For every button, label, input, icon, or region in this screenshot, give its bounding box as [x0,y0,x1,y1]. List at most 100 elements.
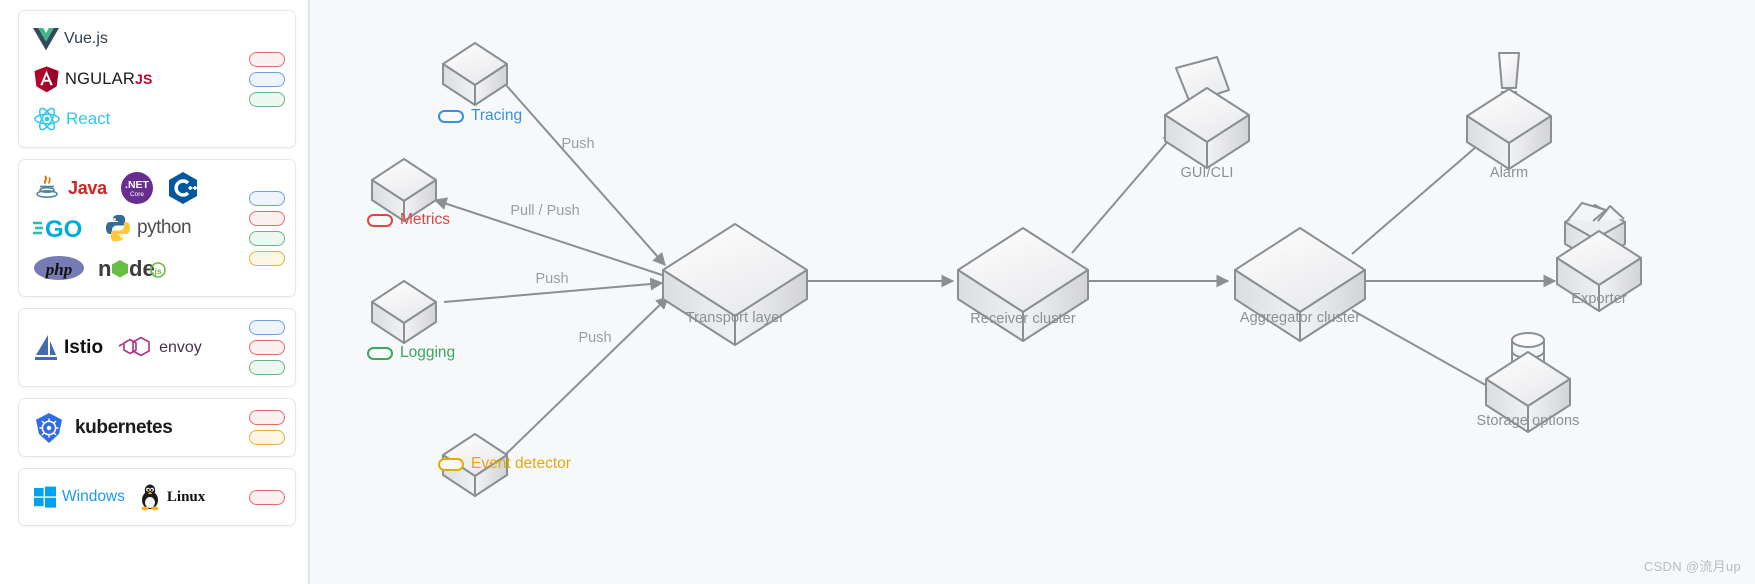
diagram-svg [371,42,1642,497]
windows-logo: Windows [33,485,125,509]
list-item: React [33,102,243,136]
status-pill-stack [249,489,285,505]
cplusplus-icon [168,172,197,204]
status-badge [249,430,285,445]
java-label: Java [68,177,107,198]
edge-aggregator-to-alarm [1351,133,1492,255]
observability-architecture-screenshot: Vue.js NGULARJS React Java .NET Core GO … [0,0,1755,584]
python-logo: python [104,214,192,242]
status-badge [249,340,285,355]
angularjs-icon [34,66,59,92]
status-pill-stack [249,320,285,375]
list-item: php n de js [33,251,243,285]
kubernetes-icon [36,412,62,443]
node-transport-layer[interactable] [662,223,808,346]
istio-icon [35,334,57,360]
python-label: python [137,217,192,238]
node-gui-cli[interactable] [1164,56,1250,169]
node-label-event-detector: Event detector [438,455,571,473]
angularjs-label: NGULARJS [65,69,153,88]
svg-text:GO: GO [45,216,82,242]
edge-label-push-eventdetector: Push [578,330,612,346]
list-item: Istio envoy [33,331,243,365]
linux-tux-icon [141,484,159,511]
sidebar-group-operating-systems[interactable]: Windows Linux [18,468,296,526]
istio-label: Istio [64,336,104,358]
react-label: React [66,109,111,128]
kubernetes-label: kubernetes [75,416,173,438]
svg-text:Core: Core [130,191,144,198]
vuejs-icon [33,28,59,51]
istio-logo: Istio [33,333,103,363]
status-badge [249,91,285,107]
edge-label-push-tracing: Push [561,136,595,152]
pill-icon [438,457,464,471]
node-logging[interactable] [371,280,437,344]
node-label-storage-options: Storage options [1476,413,1580,429]
edge-label-push-logging: Push [535,271,569,287]
node-label-alarm: Alarm [1489,165,1529,181]
envoy-icon [118,336,150,356]
status-badge [249,410,285,425]
edge-aggregator-to-storage [1351,309,1500,393]
list-item: GO python [33,211,243,245]
list-item: Java .NET Core [33,171,243,205]
nodejs-icon: n de js [98,256,166,281]
edge-label-pull-push-metrics: Pull / Push [510,203,580,219]
architecture-diagram-canvas: Tracing Metrics Logging Event detector P… [310,0,1755,584]
svg-text:n: n [98,256,111,281]
status-badge [249,71,285,87]
svg-text:.NET: .NET [125,179,150,191]
java-logo: Java [33,173,107,203]
envoy-logo: envoy [116,334,202,362]
list-item: kubernetes [33,411,243,445]
node-label-tracing: Tracing [438,107,522,125]
node-label-aggregator-cluster: Aggregator cluster [1239,310,1361,326]
svg-text:js: js [153,266,161,276]
status-badge [249,51,285,67]
status-pill-stack [249,190,285,266]
status-badge [249,489,285,505]
sidebar-group-service-mesh[interactable]: Istio envoy [18,308,296,387]
windows-label: Windows [62,488,125,505]
node-label-transport-layer: Transport layer [685,310,785,326]
status-badge [249,360,285,375]
pill-icon [438,109,464,123]
golang-logo: GO [33,214,91,242]
sidebar-group-backend-languages[interactable]: Java .NET Core GO python php n de js [18,159,296,297]
edge-tracing-to-transport [505,84,666,266]
technology-stack-sidebar: Vue.js NGULARJS React Java .NET Core GO … [0,0,310,584]
php-icon: php [34,256,84,280]
dotnet-core-logo: .NET Core [120,171,154,205]
list-item: NGULARJS [33,62,243,96]
node-label-receiver-cluster: Receiver cluster [970,311,1076,327]
php-logo: php [33,254,85,282]
svg-text:php: php [44,260,72,279]
nodejs-logo: n de js [98,255,168,281]
node-label-gui-cli: GUI/CLI [1180,165,1234,181]
sidebar-group-frontend-frameworks[interactable]: Vue.js NGULARJS React [18,10,296,148]
pill-icon [367,213,393,227]
status-badge [249,250,285,266]
status-pill-stack [249,410,285,445]
dotnet-core-icon: .NET Core [120,172,153,204]
vuejs-label: Vue.js [64,30,108,47]
node-tracing[interactable] [442,42,508,106]
status-badge [249,320,285,335]
react-icon [34,107,60,131]
linux-label: Linux [166,488,206,505]
edge-receiver-to-guicli [1071,132,1176,254]
list-item: Vue.js [33,22,243,56]
envoy-label: envoy [159,338,202,356]
vuejs-logo: Vue.js [33,27,108,51]
cplusplus-logo [167,171,199,205]
status-pill-stack [249,51,285,107]
react-logo: React [33,106,110,132]
list-item: Windows Linux [33,480,243,514]
node-label-logging: Logging [367,344,455,362]
node-alarm[interactable] [1466,52,1552,170]
golang-icon: GO [33,216,82,242]
edge-eventdetector-to-transport [504,296,669,456]
pill-icon [367,346,393,360]
sidebar-group-orchestration[interactable]: kubernetes [18,398,296,457]
